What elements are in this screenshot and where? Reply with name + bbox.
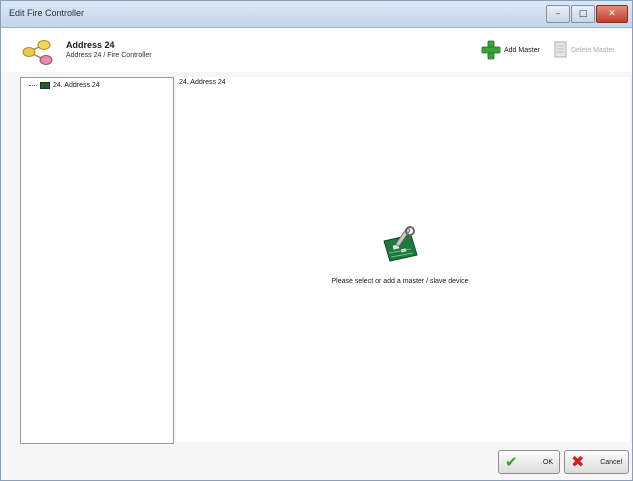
add-master-label: Add Master [504, 46, 540, 54]
close-button[interactable]: ✕ [596, 5, 628, 23]
tree-item-label: 24. Address 24 [53, 82, 100, 89]
tree-item[interactable]: 24. Address 24 [29, 82, 100, 89]
device-tree[interactable]: 24. Address 24 [20, 77, 174, 444]
tree-connector [29, 85, 37, 86]
selected-item-label: 24. Address 24 [179, 79, 226, 86]
delete-document-icon [554, 41, 567, 58]
network-nodes-icon [22, 40, 53, 65]
maximize-button[interactable]: □ [571, 5, 595, 23]
checkmark-icon: ✔ [505, 452, 518, 471]
minimize-button[interactable]: – [546, 5, 570, 23]
circuit-board-wrench-icon [383, 226, 418, 262]
red-x-icon: ✖ [571, 452, 585, 471]
window-controls: – □ ✕ [546, 5, 628, 23]
green-plus-icon [481, 40, 501, 60]
delete-master-label: Delete Master [571, 46, 615, 54]
delete-master-button[interactable]: Delete Master [554, 39, 615, 61]
cancel-button[interactable]: ✖ Cancel [564, 450, 629, 474]
empty-state-message: Please select or add a master / slave de… [331, 278, 469, 285]
ok-label: OK [542, 458, 553, 466]
cancel-label: Cancel [600, 458, 622, 466]
title-bar[interactable]: Edit Fire Controller – □ ✕ [1, 1, 632, 28]
controller-node-icon [40, 82, 50, 89]
window-title: Edit Fire Controller [9, 8, 85, 18]
add-master-button[interactable]: Add Master [481, 39, 540, 61]
header-subtitle: Address 24 / Fire Controller [66, 52, 152, 59]
header: Address 24 Address 24 / Fire Controller … [1, 28, 632, 72]
edit-fire-controller-window: Edit Fire Controller – □ ✕ Address 24 Ad… [0, 0, 633, 481]
ok-button[interactable]: ✔ OK [498, 450, 560, 474]
main-panel: 24. Address 24 Please select or add a ma… [176, 77, 630, 442]
header-title: Address 24 [66, 40, 115, 50]
